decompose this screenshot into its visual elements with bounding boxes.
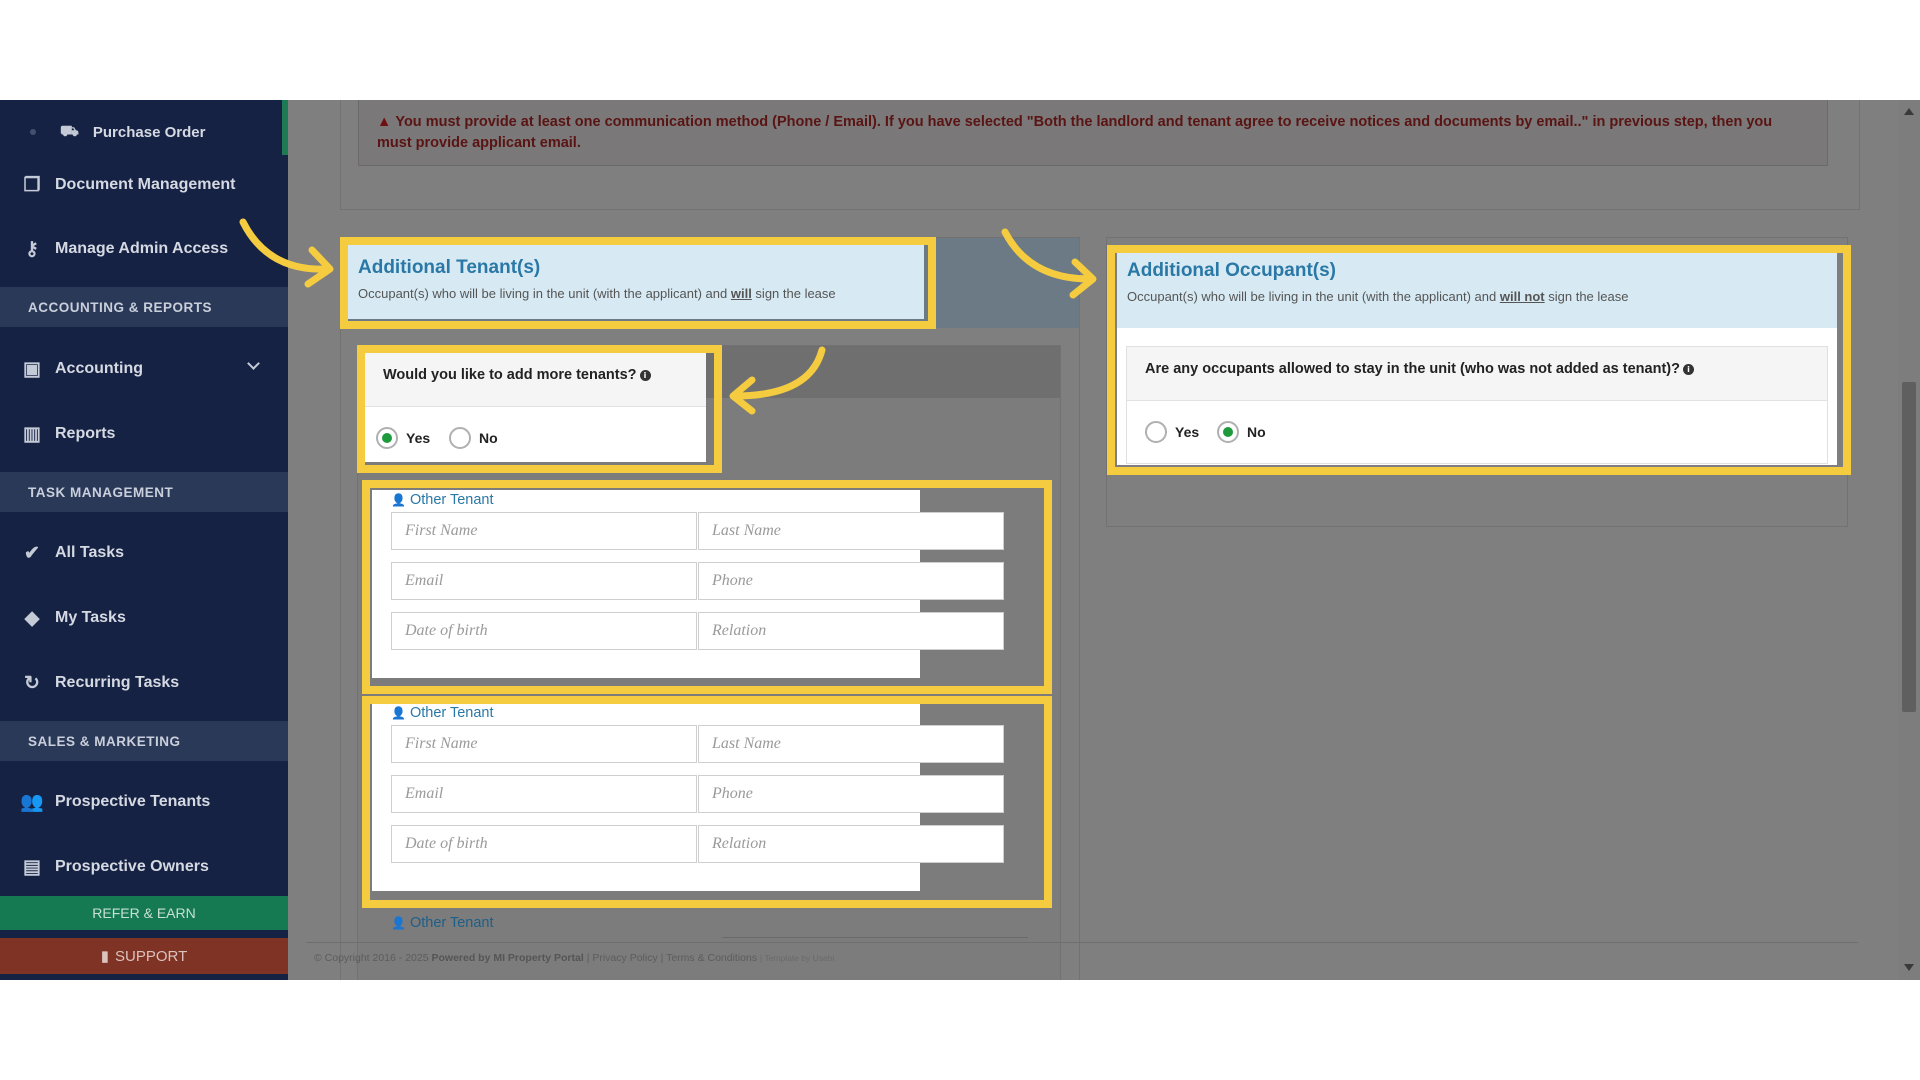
bullet-icon	[30, 129, 36, 135]
highlight-tenants-question	[357, 345, 722, 473]
id-card-icon: ▤	[23, 856, 41, 878]
bar-chart-icon: ▥	[23, 423, 41, 445]
sidebar-item-label: Manage Admin Access	[55, 240, 229, 257]
chevron-down-icon	[247, 357, 260, 370]
footer-copyright: © Copyright 2016 - 2025	[314, 952, 429, 964]
refer-earn-button[interactable]: REFER & EARN	[0, 896, 288, 930]
refresh-icon: ↻	[24, 672, 40, 694]
sidebar-item-purchase-order[interactable]: ⛟ Purchase Order	[0, 112, 288, 152]
scroll-down-arrow-icon[interactable]	[1904, 964, 1914, 971]
support-label: SUPPORT	[115, 947, 188, 965]
highlight-occupants-section	[1107, 245, 1851, 475]
footer: © Copyright 2016 - 2025 Powered by MI Pr…	[314, 952, 834, 964]
sidebar-item-recurring-tasks[interactable]: ↻ Recurring Tasks	[0, 655, 288, 711]
highlight-tenant-block-1	[362, 480, 1052, 694]
sidebar-item-my-tasks[interactable]: ◆ My Tasks	[0, 590, 288, 646]
truck-icon: ⛟	[60, 122, 79, 140]
check-icon: ✔	[24, 542, 40, 564]
sidebar-item-label: Document Management	[55, 176, 236, 193]
key-icon: ⚷	[25, 238, 39, 260]
scroll-thumb[interactable]	[1902, 382, 1916, 712]
sidebar-item-prospective-tenants[interactable]: 👥 Prospective Tenants	[0, 774, 288, 830]
sidebar-item-label: Recurring Tasks	[55, 674, 180, 691]
section-sales-marketing: SALES & MARKETING	[0, 721, 288, 761]
sidebar-item-label: My Tasks	[55, 609, 126, 626]
sidebar-item-label: Prospective Owners	[55, 858, 209, 875]
users-icon: 👥	[20, 792, 44, 813]
footer-template: | Template by Usebi	[760, 953, 835, 963]
money-icon: ▣	[23, 358, 41, 380]
sidebar-item-prospective-owners[interactable]: ▤ Prospective Owners	[0, 839, 288, 895]
other-tenant-label-3: 👤 Other Tenant	[391, 915, 494, 931]
alert-text: You must provide at least one communicat…	[377, 114, 1773, 151]
footer-divider	[306, 942, 1858, 943]
highlight-tenant-block-2	[362, 696, 1052, 908]
sidebar-item-label: Reports	[55, 425, 116, 442]
footer-powered[interactable]: Powered by MI Property Portal	[431, 952, 583, 964]
sidebar-item-all-tasks[interactable]: ✔ All Tasks	[0, 525, 288, 581]
sidebar-item-label: All Tasks	[55, 544, 125, 561]
sidebar-item-label: Purchase Order	[92, 123, 206, 141]
alert-message: ▲ You must provide at least one communica…	[358, 100, 1828, 166]
highlight-tenants-header	[340, 237, 936, 329]
support-button[interactable]: ▮ SUPPORT	[0, 938, 288, 974]
user-icon: 👤	[391, 916, 406, 930]
footer-links[interactable]: | Privacy Policy | Terms & Conditions	[587, 952, 757, 964]
sidebar-item-label: Accounting	[55, 360, 143, 377]
sidebar-item-accounting[interactable]: ▣ Accounting	[0, 341, 288, 397]
sidebar-item-reports[interactable]: ▥ Reports	[0, 406, 288, 462]
warning-icon: ▲	[377, 114, 392, 130]
scrollbar[interactable]	[1898, 100, 1920, 980]
section-accounting-reports: ACCOUNTING & REPORTS	[0, 287, 288, 327]
sidebar-item-document-management[interactable]: ❐ Document Management	[0, 157, 288, 213]
sidebar-item-manage-admin-access[interactable]: ⚷ Manage Admin Access	[0, 221, 288, 277]
book-icon: ▮	[100, 948, 109, 965]
documents-icon: ❐	[23, 174, 41, 196]
sidebar-item-label: Prospective Tenants	[55, 793, 211, 810]
scroll-up-arrow-icon[interactable]	[1904, 108, 1914, 115]
section-task-management: TASK MANAGEMENT	[0, 472, 288, 512]
sidebar: ⛟ Purchase Order ❐ Document Management ⚷…	[0, 100, 288, 980]
tag-icon: ◆	[24, 607, 40, 629]
